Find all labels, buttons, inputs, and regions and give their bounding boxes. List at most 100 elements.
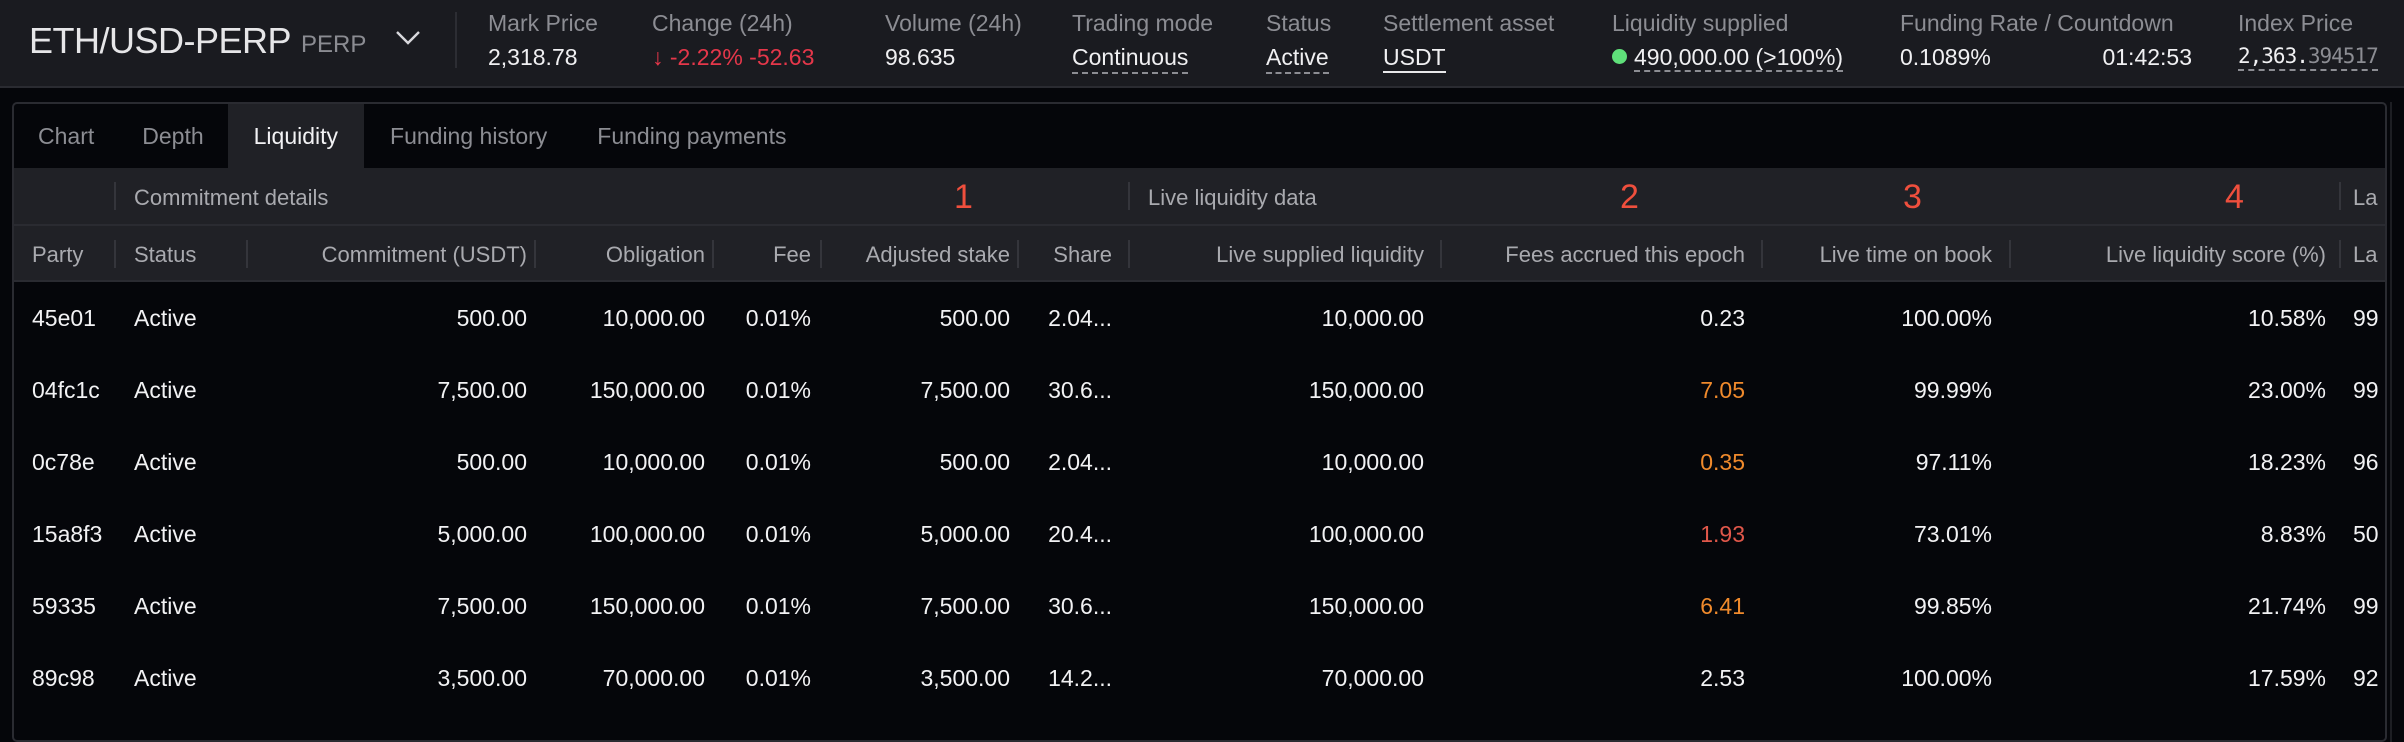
cell-party[interactable]: 04fc1c (32, 377, 102, 404)
cell-live-supplied: 10,000.00 (1321, 305, 1424, 331)
col-live-supplied-liquidity[interactable]: Live supplied liquidity (1216, 242, 1424, 268)
change-absolute: -52.63 (749, 44, 815, 70)
cell-party[interactable]: 59335 (32, 593, 102, 620)
cell-score: 8.83% (2260, 521, 2326, 547)
tab-funding-history[interactable]: Funding history (364, 104, 571, 168)
column-divider (2339, 240, 2341, 268)
cell-live-supplied: 150,000.00 (1308, 593, 1424, 619)
cell-time-on-book: 99.99% (1913, 377, 1992, 403)
cell-time-on-book: 73.01% (1913, 521, 1992, 547)
funding-countdown: 01:42:53 (2102, 44, 2192, 70)
cell-party[interactable]: 15a8f3 (32, 521, 102, 548)
index-price-value[interactable]: 2,363.394517 (2238, 44, 2379, 71)
table-row[interactable]: 0c78e Active 500.00 10,000.00 0.01% 500.… (14, 426, 2385, 498)
stat-index-price: Index Price 2,363.394517 (2238, 10, 2379, 71)
tab-liquidity[interactable]: Liquidity (227, 104, 365, 168)
market-type-tag: PERP (301, 31, 367, 58)
cell-party[interactable]: 89c98 (32, 665, 102, 692)
column-group-row: Commitment details 1 Live liquidity data… (14, 168, 2385, 226)
table-row[interactable]: 15a8f3 Active 5,000.00 100,000.00 0.01% … (14, 498, 2385, 570)
table-row[interactable]: 59335 Active 7,500.00 150,000.00 0.01% 7… (14, 570, 2385, 642)
tab-depth[interactable]: Depth (118, 104, 227, 168)
right-panel-edge (2390, 102, 2404, 742)
group-commitment-details: Commitment details (134, 185, 329, 210)
cell-commitment: 7,500.00 (437, 593, 527, 619)
cell-time-on-book: 100.00% (1901, 665, 1992, 691)
col-last[interactable]: La (2353, 242, 2377, 268)
col-time-on-book[interactable]: Live time on book (1820, 242, 1992, 268)
col-party[interactable]: Party (32, 242, 83, 268)
stat-label: Trading mode (1072, 10, 1214, 36)
cell-party[interactable]: 45e01 (32, 305, 102, 332)
cell-party[interactable]: 0c78e (32, 449, 102, 476)
liquidity-table: Commitment details 1 Live liquidity data… (14, 168, 2385, 714)
cell-commitment: 500.00 (456, 449, 527, 475)
column-divider (1017, 240, 1019, 268)
annotation-marker: 4 (2225, 178, 2244, 216)
tab-chart[interactable]: Chart (14, 104, 118, 168)
trading-mode-value[interactable]: Continuous (1072, 44, 1189, 74)
cell-adjusted-stake: 3,500.00 (920, 665, 1010, 691)
cell-time-on-book: 100.00% (1901, 305, 1992, 331)
cell-adjusted-stake: 7,500.00 (920, 377, 1010, 403)
cell-status: Active (134, 377, 197, 403)
column-divider (820, 240, 822, 268)
group-live-liquidity-data: Live liquidity data (1148, 185, 1317, 210)
cell-fee: 0.01% (745, 377, 811, 403)
cell-score: 23.00% (2247, 377, 2326, 403)
cell-obligation: 10,000.00 (602, 305, 705, 331)
column-divider (1128, 240, 1130, 268)
cell-fee: 0.01% (745, 449, 811, 475)
col-commitment[interactable]: Commitment (USDT) (322, 242, 527, 268)
col-share[interactable]: Share (1053, 242, 1112, 268)
cell-adjusted-stake: 5,000.00 (920, 521, 1010, 547)
stat-trading-mode: Trading mode Continuous (1072, 10, 1213, 74)
column-divider (114, 182, 116, 210)
cell-commitment: 500.00 (456, 305, 527, 331)
column-divider (2009, 240, 2011, 268)
cell-commitment: 7,500.00 (437, 377, 527, 403)
col-obligation[interactable]: Obligation (606, 242, 705, 268)
cell-adjusted-stake: 500.00 (939, 449, 1010, 475)
stat-funding: Funding Rate / Countdown 0.1089% 01:42:5… (1900, 10, 2192, 71)
table-row[interactable]: 04fc1c Active 7,500.00 150,000.00 0.01% … (14, 354, 2385, 426)
cell-share: 2.04... (1048, 449, 1112, 475)
cell-last: 99 (2353, 377, 2379, 403)
col-fee[interactable]: Fee (773, 242, 811, 268)
settlement-asset-link[interactable]: USDT (1383, 44, 1446, 73)
cell-last: 99 (2353, 593, 2379, 619)
stat-label: Status (1266, 10, 1332, 36)
cell-live-supplied: 70,000.00 (1321, 665, 1424, 691)
cell-live-supplied: 100,000.00 (1308, 521, 1424, 547)
cell-obligation: 100,000.00 (589, 521, 705, 547)
stat-liquidity-supplied: Liquidity supplied 490,000.00 (>100%) (1612, 10, 1844, 72)
cell-adjusted-stake: 7,500.00 (920, 593, 1010, 619)
status-value[interactable]: Active (1266, 44, 1329, 74)
chevron-down-icon[interactable] (395, 30, 421, 46)
table-row[interactable]: 89c98 Active 3,500.00 70,000.00 0.01% 3,… (14, 642, 2385, 714)
col-fees-accrued[interactable]: Fees accrued this epoch (1505, 242, 1745, 268)
column-divider (114, 240, 116, 268)
col-live-liquidity-score[interactable]: Live liquidity score (%) (2106, 242, 2326, 268)
group-last: La (2353, 185, 2378, 210)
cell-obligation: 150,000.00 (589, 377, 705, 403)
table-row[interactable]: 45e01 Active 500.00 10,000.00 0.01% 500.… (14, 282, 2385, 354)
stat-label: Change (24h) (652, 10, 793, 36)
arrow-down-icon: ↓ (652, 44, 664, 70)
change-percent: -2.22% (669, 44, 743, 70)
column-divider (712, 240, 714, 268)
cell-status: Active (134, 593, 197, 619)
cell-obligation: 10,000.00 (602, 449, 705, 475)
market-name[interactable]: ETH/USD-PERP (29, 20, 292, 62)
cell-fees-accrued: 7.05 (1700, 377, 1745, 403)
liquidity-supplied-amount[interactable]: 490,000.00 (>100%) (1634, 44, 1844, 72)
annotation-marker: 3 (1903, 178, 1922, 216)
market-data-panel: Chart Depth Liquidity Funding history Fu… (12, 102, 2387, 742)
col-status[interactable]: Status (134, 242, 196, 268)
col-adjusted-stake[interactable]: Adjusted stake (866, 242, 1010, 268)
tab-funding-payments[interactable]: Funding payments (571, 104, 810, 168)
cell-last: 99 (2353, 305, 2379, 331)
cell-fee: 0.01% (745, 593, 811, 619)
cell-share: 2.04... (1048, 305, 1112, 331)
stat-settlement-asset: Settlement asset USDT (1383, 10, 1554, 73)
